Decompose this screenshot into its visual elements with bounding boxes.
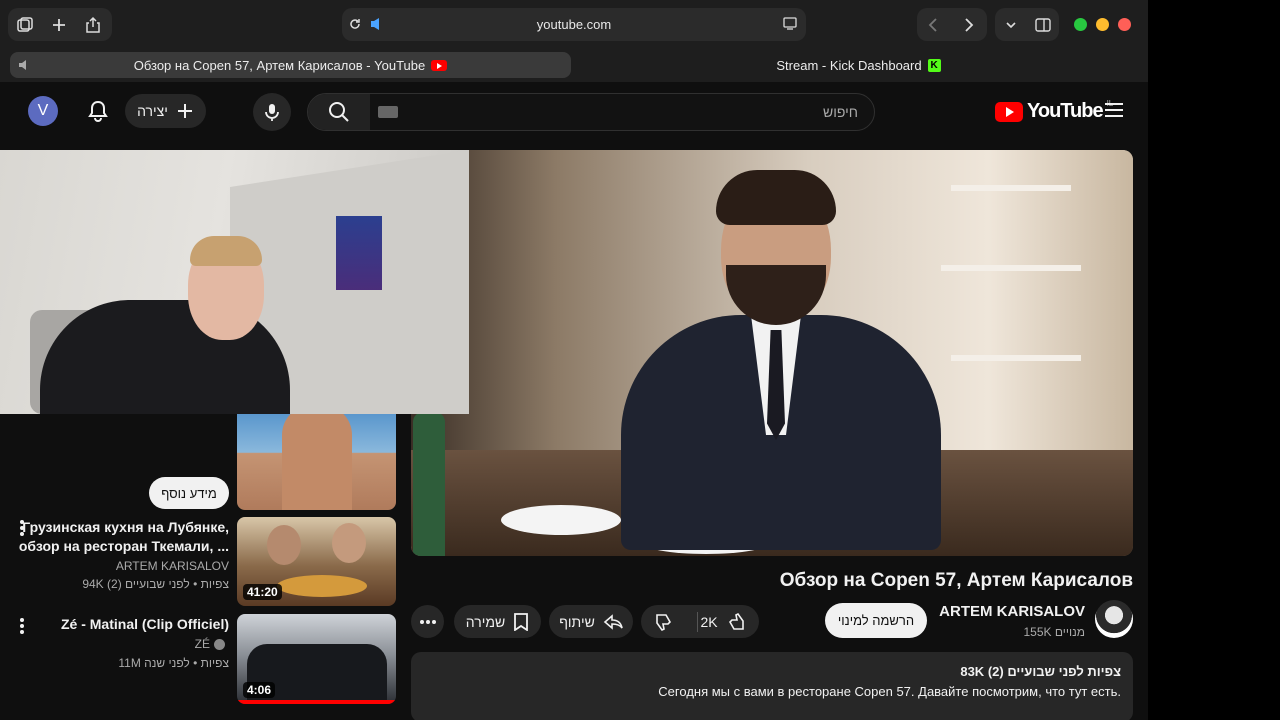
rec-thumbnail[interactable]: 41:20 <box>237 517 396 606</box>
video-plate <box>501 505 621 535</box>
screen: youtube.com Обзор на Copen 57, Артем Кар… <box>0 0 1280 720</box>
subscriber-count: 155K מנויים <box>1023 625 1085 639</box>
rec-thumbnail[interactable]: 4:06 <box>237 614 396 704</box>
kick-favicon-icon: K <box>927 58 941 72</box>
subscribe-button[interactable]: הרשמה למינוי <box>825 603 927 638</box>
share-label: שיתוף <box>559 613 595 630</box>
create-label: יצירה <box>137 103 168 119</box>
plus-icon <box>177 104 192 118</box>
views-and-date: 83K צפיות לפני שבועיים (2) <box>960 664 1121 679</box>
toolbar-left-group <box>8 8 112 41</box>
thumbnail-face <box>267 525 301 565</box>
video-player[interactable] <box>411 150 1133 556</box>
new-tab-icon[interactable] <box>42 8 76 41</box>
description-box[interactable]: 83K צפיות לפני שבועיים (2) Сегодня мы с … <box>411 652 1133 720</box>
share-arrow-icon <box>603 613 623 630</box>
search-input[interactable]: חיפוש <box>823 104 858 120</box>
chevron-down-icon[interactable] <box>995 8 1027 41</box>
share-icon[interactable] <box>76 8 110 41</box>
voice-search-button[interactable] <box>253 93 291 131</box>
tab-title: Обзор на Copen 57, Артем Карисалов - You… <box>133 57 426 73</box>
more-info-button[interactable]: מידע נוסף <box>149 477 229 509</box>
webcam-poster <box>336 216 382 290</box>
bookmark-icon <box>514 612 529 631</box>
notifications-bell-icon[interactable] <box>84 97 112 125</box>
video-bottle <box>413 412 445 556</box>
zoom-window-button[interactable] <box>1074 18 1087 31</box>
back-icon[interactable] <box>917 8 951 41</box>
rec-thumbnail[interactable] <box>237 405 396 510</box>
keyboard-icon[interactable] <box>378 106 398 118</box>
url-text: youtube.com <box>536 17 612 32</box>
close-window-button[interactable] <box>1118 18 1131 31</box>
sidebar-toggle-icon[interactable] <box>8 8 42 41</box>
webcam-person-hair <box>190 236 262 266</box>
more-options-icon[interactable] <box>20 618 24 634</box>
forward-icon[interactable] <box>951 8 985 41</box>
description-text: Сегодня мы с вами в ресторане Copen 57. … <box>658 684 1121 699</box>
thumbnail-face <box>332 523 366 563</box>
watch-progress-bar <box>237 700 396 704</box>
like-divider <box>697 612 698 632</box>
rec-title[interactable]: Zé - Matinal (Clip Officiel) <box>10 615 229 634</box>
save-label: שמירה <box>465 613 506 630</box>
video-duration: 41:20 <box>243 584 282 600</box>
rec-channel[interactable]: ARTEM KARISALOV <box>10 558 229 574</box>
hamburger-menu-icon[interactable] <box>1105 102 1123 118</box>
more-options-icon[interactable] <box>20 520 24 536</box>
tab-kick[interactable]: Stream - Kick Dashboard K <box>578 52 1139 78</box>
search-button[interactable] <box>308 94 370 130</box>
youtube-favicon-icon <box>431 59 448 71</box>
dislike-icon[interactable] <box>654 612 674 632</box>
more-actions-button[interactable] <box>411 605 444 638</box>
tab-youtube[interactable]: Обзор на Copen 57, Артем Карисалов - You… <box>10 52 571 78</box>
more-horizontal-icon <box>419 619 436 624</box>
rec-meta: 11M צפיות • לפני שנה <box>118 656 229 670</box>
rec-meta: 94K צפיות • לפני שבועיים (2) <box>82 577 229 591</box>
avatar[interactable]: V <box>28 96 58 126</box>
tab-bar: Обзор на Copen 57, Артем Карисалов - You… <box>0 50 1148 82</box>
video-shelf <box>951 185 1071 191</box>
video-person <box>611 170 941 550</box>
split-view-icon[interactable] <box>1027 8 1059 41</box>
nav-group <box>917 8 987 41</box>
share-button[interactable]: שיתוף <box>549 605 633 638</box>
video-shelf <box>941 265 1081 271</box>
verified-icon <box>214 639 225 650</box>
logo-text: YouTube <box>1027 100 1104 122</box>
like-dislike-group: 2K <box>641 605 759 638</box>
save-button[interactable]: שמירה <box>454 605 541 638</box>
like-count: 2K <box>700 613 718 630</box>
video-shelf <box>951 355 1081 361</box>
channel-avatar[interactable] <box>1095 600 1133 638</box>
reader-icon[interactable] <box>782 17 798 31</box>
thumbnail-figure <box>282 405 352 510</box>
tab-audio-icon[interactable] <box>18 59 32 71</box>
thumbnail-dish <box>277 575 367 597</box>
address-bar[interactable]: youtube.com <box>342 8 806 41</box>
browser-toolbar: youtube.com <box>0 0 1148 50</box>
video-duration: 4:06 <box>243 682 276 698</box>
search-icon <box>329 102 349 122</box>
webcam-overlay <box>0 150 469 414</box>
microphone-icon <box>265 104 279 121</box>
video-title: Обзор на Copen 57, Артем Карисалов <box>779 570 1133 591</box>
browser-window: youtube.com Обзор на Copen 57, Артем Кар… <box>0 0 1148 720</box>
youtube-logo[interactable]: YouTube IL <box>995 99 1113 123</box>
tab-title: Stream - Kick Dashboard <box>776 57 922 73</box>
search-box: חיפוש <box>307 93 875 131</box>
person-hair <box>716 170 836 225</box>
like-icon[interactable] <box>726 612 746 632</box>
tab-tools-group <box>995 8 1059 41</box>
youtube-play-icon <box>995 101 1023 122</box>
channel-name[interactable]: ARTEM KARISALOV <box>930 603 1085 620</box>
rec-channel[interactable]: ZÉ <box>10 636 210 652</box>
minimize-window-button[interactable] <box>1096 18 1109 31</box>
create-button[interactable]: יצירה <box>125 94 206 128</box>
rec-title[interactable]: Грузинская кухня на Лубянке, обзор на ре… <box>10 518 229 556</box>
